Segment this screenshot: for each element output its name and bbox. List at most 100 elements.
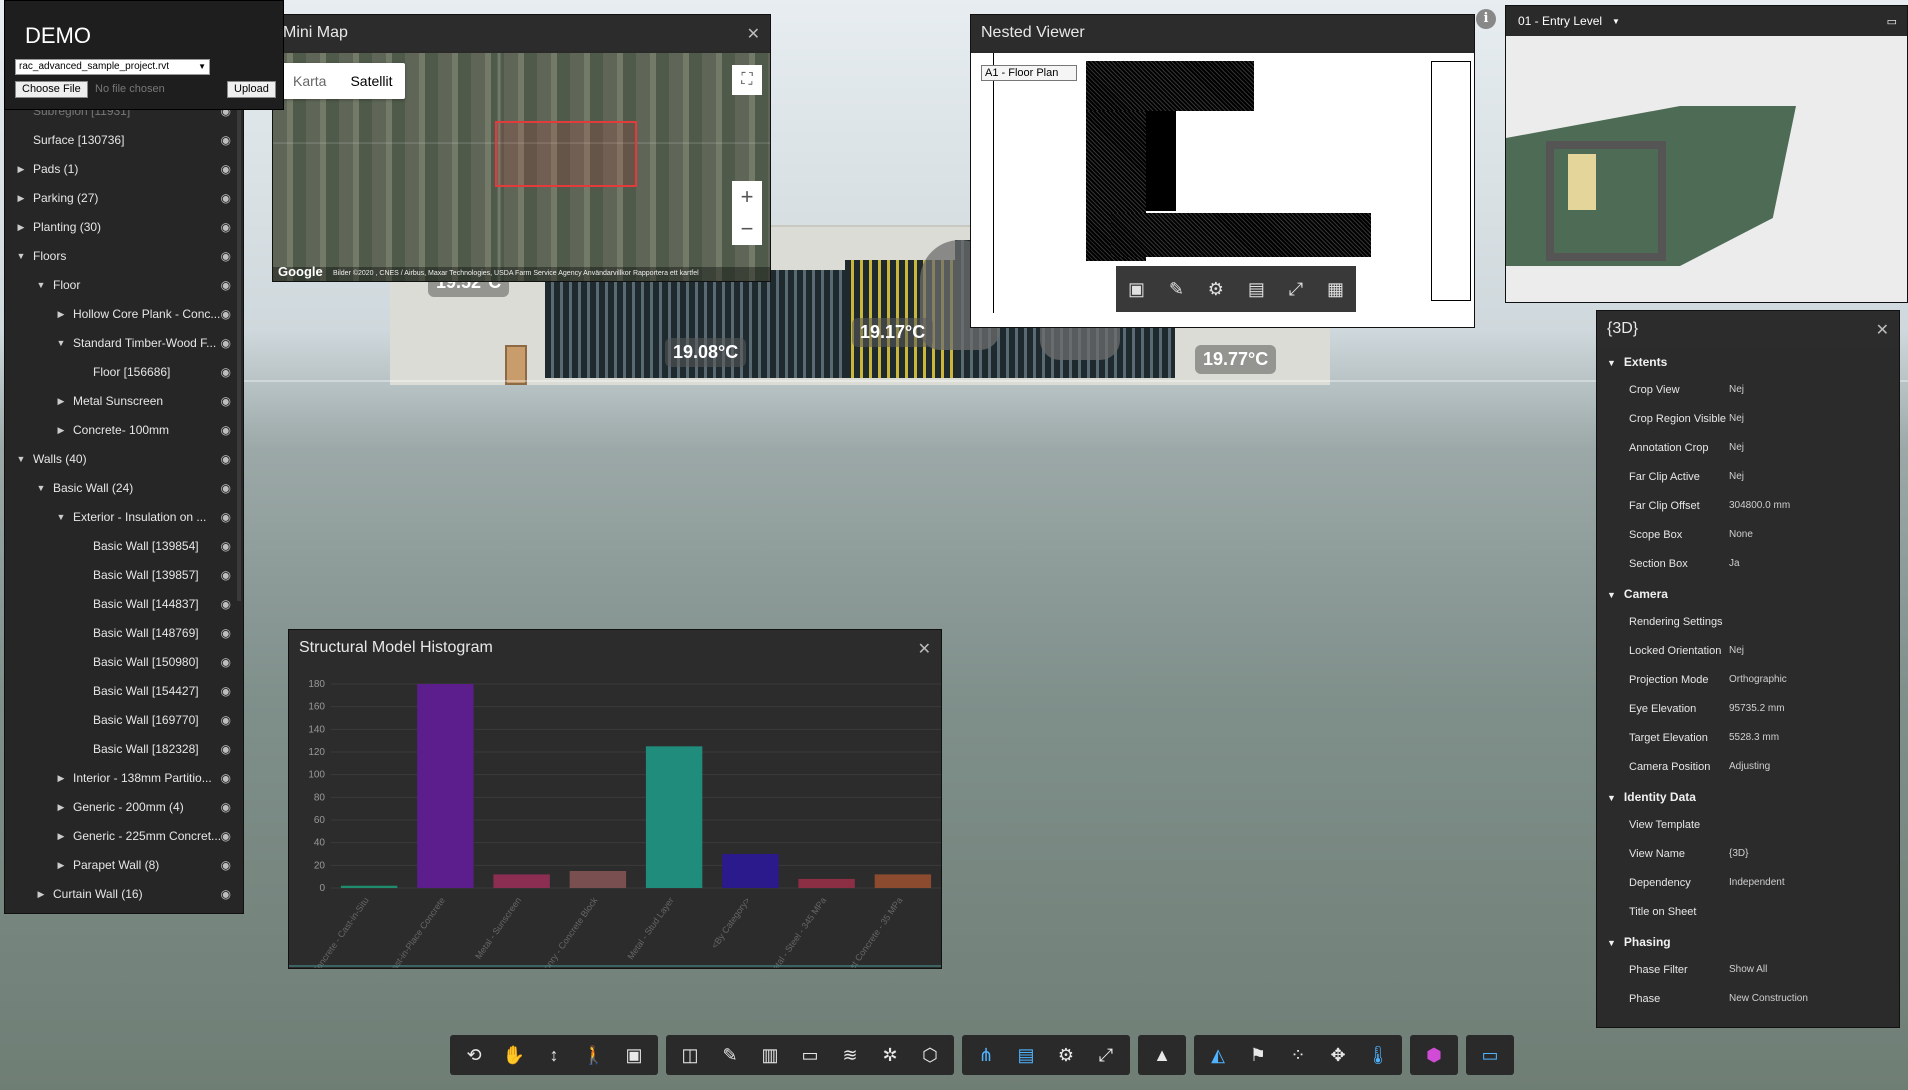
caret-right-icon[interactable]: ▶ [35,889,47,900]
tab-map[interactable]: Karta [281,63,338,99]
eye-icon[interactable]: ◉ [221,858,231,872]
tree-item[interactable]: Basic Wall [150980] ◉ [5,648,243,676]
caret-down-icon[interactable]: ▼ [15,454,27,464]
eye-icon[interactable]: ◉ [221,423,231,437]
eye-icon[interactable]: ◉ [221,829,231,843]
measure-icon[interactable]: ✎ [1169,279,1184,300]
caret-down-icon[interactable]: ▼ [55,512,67,522]
caret-right-icon[interactable]: ▶ [15,222,27,233]
tree-item[interactable]: ▼ Floors ◉ [5,242,243,270]
tree-item[interactable]: Basic Wall [169770] ◉ [5,706,243,734]
tree-item[interactable]: ▼ Walls (40) ◉ [5,445,243,473]
histogram-bar[interactable] [417,684,474,888]
fullscreen-icon[interactable]: ⤢ [1086,1035,1126,1075]
camera-icon[interactable]: ▣ [1128,279,1145,300]
histogram-bar[interactable] [645,746,703,888]
tree-item[interactable]: ▶ Generic - 225mm Concret... ◉ [5,822,243,850]
close-icon[interactable]: ✕ [747,24,760,44]
eye-icon[interactable]: ◉ [221,568,231,582]
caret-right-icon[interactable]: ▶ [15,164,27,175]
caret-down-icon[interactable]: ▼ [1607,358,1616,368]
tree-item[interactable]: ▼ Basic Wall (24) ◉ [5,474,243,502]
scrollbar[interactable] [237,101,241,601]
eye-icon[interactable]: ◉ [221,162,231,176]
caret-right-icon[interactable]: ▶ [55,309,67,320]
map-icon[interactable]: ◭ [1198,1035,1238,1075]
close-icon[interactable]: ✕ [1876,320,1889,340]
explode-icon[interactable]: ▥ [750,1035,790,1075]
eye-icon[interactable]: ◉ [221,800,231,814]
fullscreen-icon[interactable]: ⛶ [732,65,762,95]
caret-down-icon[interactable]: ▼ [1607,590,1616,600]
histogram-bar[interactable] [493,874,550,888]
measure-icon[interactable]: ✎ [710,1035,750,1075]
histogram-bar[interactable] [798,878,855,888]
upload-button[interactable]: Upload [227,81,276,98]
tree-item[interactable]: ▶ Curtain Wall (16) ◉ [5,880,243,908]
eye-icon[interactable]: ◉ [221,394,231,408]
image-icon[interactable]: ▲ [1142,1035,1182,1075]
tree-item[interactable]: Basic Wall [144837] ◉ [5,590,243,618]
section-box-icon[interactable]: ◫ [670,1035,710,1075]
gem-icon[interactable]: ⬢ [1414,1035,1454,1075]
sheet-icon[interactable]: ▦ [1327,279,1344,300]
folder-icon[interactable]: ▭ [790,1035,830,1075]
eye-icon[interactable]: ◉ [221,887,231,901]
eye-icon[interactable]: ◉ [221,365,231,379]
eye-icon[interactable]: ◉ [221,336,231,350]
caret-down-icon[interactable]: ▼ [1607,938,1616,948]
tree-item[interactable]: ▶ Generic - 200mm (4) ◉ [5,793,243,821]
caret-right-icon[interactable]: ▶ [55,831,67,842]
property-section-header[interactable]: ▼ Camera [1607,587,1668,601]
eye-icon[interactable]: ◉ [221,510,231,524]
tree-item[interactable]: ▶ Interior - 138mm Partitio... ◉ [5,764,243,792]
tree-item[interactable]: Basic Wall [148769] ◉ [5,619,243,647]
tree-item[interactable]: ▶ Planting (30) ◉ [5,213,243,241]
tree-item[interactable]: ▶ Parking (27) ◉ [5,184,243,212]
tree-item[interactable]: ▶ Metal Sunscreen ◉ [5,387,243,415]
move-icon[interactable]: ✥ [1318,1035,1358,1075]
tree-item[interactable]: Floor [156686] ◉ [5,358,243,386]
caret-right-icon[interactable]: ▶ [55,396,67,407]
fullscreen-icon[interactable]: ⤢ [1289,279,1303,300]
eye-icon[interactable]: ◉ [221,713,231,727]
eye-icon[interactable]: ◉ [221,539,231,553]
settings-icon[interactable]: ⚙ [1046,1035,1086,1075]
property-section-header[interactable]: ▼ Extents [1607,355,1667,369]
first-person-icon[interactable]: 🚶 [574,1035,614,1075]
tree-item[interactable]: Basic Wall [139854] ◉ [5,532,243,560]
tree-item[interactable]: ▶ Parapet Wall (8) ◉ [5,851,243,879]
histogram-bar[interactable] [722,854,779,888]
grid-icon[interactable]: ⁘ [1278,1035,1318,1075]
floor-plan-sheet[interactable]: A1 - Floor Plan ▣ ✎ ⚙ ▤ ⤢ ▦ [971,53,1474,327]
tree-item[interactable]: ▶ Pads (1) ◉ [5,155,243,183]
pan-icon[interactable]: ✋ [494,1035,534,1075]
properties-icon[interactable]: ▤ [1006,1035,1046,1075]
eye-icon[interactable]: ◉ [221,249,231,263]
zoom-in-button[interactable]: + [732,181,762,213]
eye-icon[interactable]: ◉ [221,771,231,785]
eye-icon[interactable]: ◉ [221,307,231,321]
orbit-icon[interactable]: ⟲ [454,1035,494,1075]
tree-item[interactable]: ▶ Hollow Core Plank - Conc... ◉ [5,300,243,328]
satellite-map[interactable]: Karta Satellit ⛶ + − Bilder ©2020 , CNES… [273,53,770,281]
cube-icon[interactable]: ⬡ [910,1035,950,1075]
eye-icon[interactable]: ◉ [221,278,231,292]
tree-item[interactable]: ▼ Floor ◉ [5,271,243,299]
zoom-icon[interactable]: ↕ [534,1035,574,1075]
histogram-bar[interactable] [874,874,932,888]
tree-item[interactable]: Basic Wall [182328] ◉ [5,735,243,763]
tree-item[interactable]: Basic Wall [139857] ◉ [5,561,243,589]
camera-icon[interactable]: ▣ [614,1035,654,1075]
caret-down-icon[interactable]: ▼ [35,483,47,493]
tree-item[interactable]: ▼ Exterior - Insulation on ... ◉ [5,503,243,531]
caret-right-icon[interactable]: ▶ [55,425,67,436]
tree-item[interactable]: ▶ Concrete- 100mm ◉ [5,416,243,444]
eye-icon[interactable]: ◉ [221,684,231,698]
caret-down-icon[interactable]: ▼ [55,338,67,348]
histogram-bar[interactable] [569,871,627,888]
eye-icon[interactable]: ◉ [221,481,231,495]
histogram-bar[interactable] [340,885,398,888]
eye-icon[interactable]: ◉ [221,191,231,205]
caret-down-icon[interactable]: ▼ [15,251,27,261]
